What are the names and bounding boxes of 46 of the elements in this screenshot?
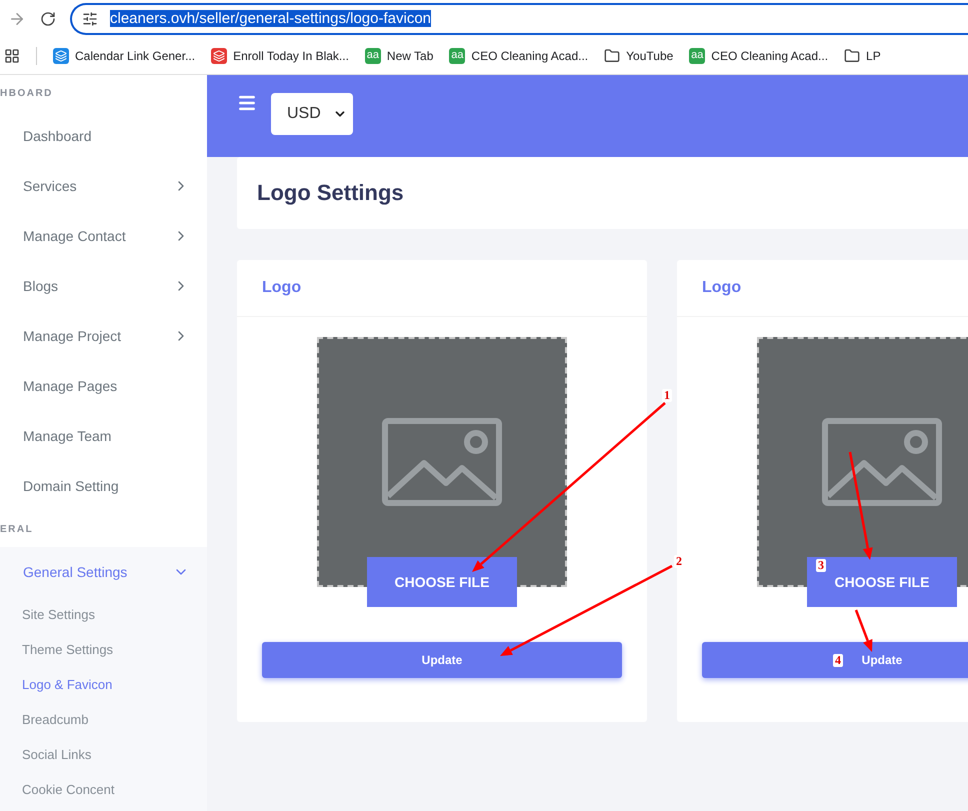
annotation-number: 2 xyxy=(674,555,684,568)
sidebar-item[interactable]: Manage Project xyxy=(0,311,207,361)
sidebar-subitem[interactable]: Site Settings xyxy=(0,597,207,632)
sidebar-item[interactable]: Manage Pages xyxy=(0,361,207,411)
sidebar-subitem[interactable]: Breadcumb xyxy=(0,702,207,737)
reload-icon[interactable] xyxy=(40,10,56,26)
sidebar-subitem[interactable]: Theme Settings xyxy=(0,632,207,667)
sidebar-item[interactable]: General Settings xyxy=(0,547,207,597)
bookmark[interactable]: YouTube xyxy=(604,48,674,64)
site-icon: aa xyxy=(689,48,706,64)
bookmark[interactable]: aa CEO Cleaning Acad... xyxy=(449,48,588,64)
apps-icon[interactable] xyxy=(4,48,20,64)
card-title: Logo xyxy=(237,260,647,317)
sidebar-subitem[interactable]: Logo & Favicon xyxy=(0,667,207,702)
site-icon: aa xyxy=(449,48,466,64)
bookmark[interactable]: aa New Tab xyxy=(364,48,434,64)
choose-file-button[interactable]: CHOOSE FILE xyxy=(367,557,517,607)
sidebar-heading: ERAL xyxy=(0,511,207,547)
sidebar-subitem[interactable]: Social Links xyxy=(0,737,207,772)
bookmark[interactable]: Calendar Link Gener... xyxy=(53,48,196,64)
sidebar-item[interactable]: Domain Setting xyxy=(0,461,207,511)
update-button[interactable]: Update xyxy=(262,642,622,678)
folder-icon xyxy=(844,48,860,64)
annotation-number: 3 xyxy=(816,559,826,572)
sidebar-item[interactable]: Manage Contact xyxy=(0,211,207,261)
annotation-arrow xyxy=(854,610,872,652)
address-bar[interactable]: cleaners.ovh/seller/general-settings/logo-favicon xyxy=(70,2,968,34)
card-title: Logo xyxy=(677,260,968,317)
bookmark[interactable]: Enroll Today In Blak... xyxy=(211,48,349,64)
image-icon xyxy=(382,418,502,506)
site-settings-icon[interactable] xyxy=(82,10,98,26)
sidebar-item[interactable]: Services xyxy=(0,161,207,211)
folder-icon xyxy=(604,48,620,64)
bookmark[interactable]: LP xyxy=(844,48,881,64)
annotation-number: 1 xyxy=(662,389,672,402)
site-icon: aa xyxy=(364,48,381,64)
page-title: Logo Settings xyxy=(237,157,968,229)
currency-select[interactable]: USD xyxy=(271,93,353,135)
bookmark[interactable]: aa CEO Cleaning Acad... xyxy=(689,48,828,64)
sidebar-item[interactable]: Manage Team xyxy=(0,411,207,461)
sidebar-subitem[interactable]: Cookie Concent xyxy=(0,772,207,807)
annotation-number: 4 xyxy=(833,654,843,667)
image-icon xyxy=(822,418,942,506)
menu-icon[interactable] xyxy=(237,93,257,113)
sidebar-item[interactable]: Blogs xyxy=(0,261,207,311)
sidebar-item[interactable]: Dashboard xyxy=(0,111,207,161)
